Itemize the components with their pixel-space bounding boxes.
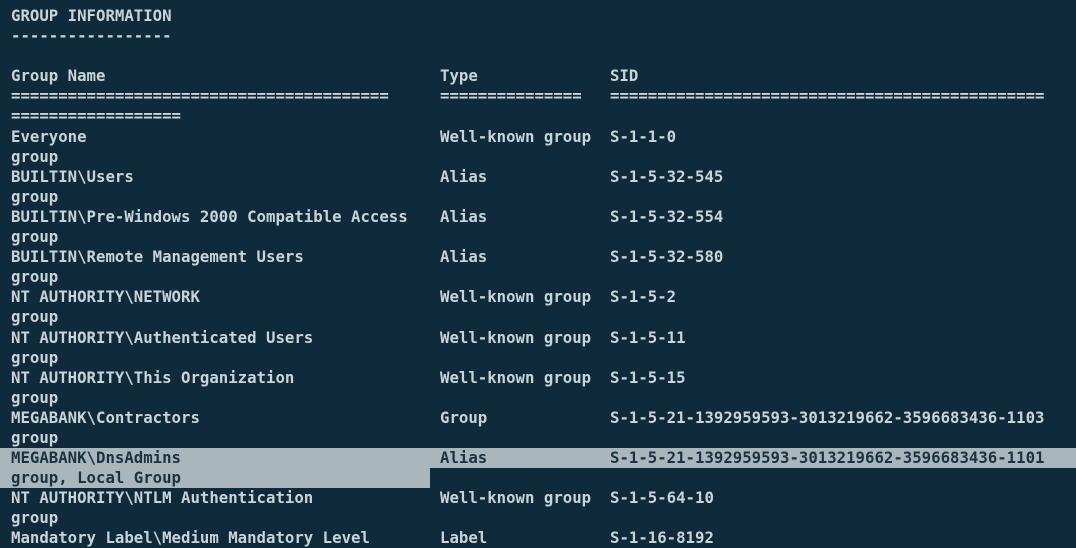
- group-name-cell: BUILTIN\Pre-Windows 2000 Compatible Acce…: [11, 206, 408, 226]
- header-sid: SID: [610, 66, 639, 86]
- table-row: BUILTIN\Users Alias S-1-5-32-545: [0, 167, 1076, 187]
- table-row: Mandatory Label\Medium Mandatory Level La…: [0, 528, 1076, 548]
- group-attributes-cell: group: [11, 307, 59, 327]
- separator-wrap: ==================: [0, 106, 1076, 126]
- group-name-cell: Mandatory Label\Medium Mandatory Level: [11, 528, 370, 548]
- table-row-attributes: group: [0, 147, 1076, 167]
- separator-name: ========================================: [11, 86, 389, 106]
- group-sid-cell: S-1-5-64-10: [610, 488, 714, 508]
- group-sid-cell: S-1-5-15: [610, 367, 686, 387]
- table-row: MEGABANK\DnsAdmins Alias S-1-5-21-13929595…: [0, 448, 1076, 469]
- table-row: NT AUTHORITY\This Organization Well-known…: [0, 368, 1076, 388]
- group-attributes-cell: group: [11, 508, 59, 528]
- group-name-cell: BUILTIN\Remote Management Users: [11, 247, 304, 267]
- group-type-cell: Well-known group: [440, 488, 592, 508]
- group-sid-cell: S-1-5-21-1392959593-3013219662-359668343…: [610, 448, 1045, 468]
- group-sid-cell: S-1-16-8192: [610, 528, 714, 548]
- table-header: Group Name Type SID: [0, 66, 1076, 86]
- group-type-cell: Alias: [440, 206, 488, 226]
- group-type-cell: Alias: [440, 166, 488, 186]
- group-name-cell: NT AUTHORITY\NTLM Authentication: [11, 488, 314, 508]
- group-name-cell: NT AUTHORITY\This Organization: [11, 367, 295, 387]
- table-row-attributes: group: [0, 267, 1076, 287]
- group-attributes-cell: group: [11, 227, 59, 247]
- group-name-cell: NT AUTHORITY\Authenticated Users: [11, 327, 314, 347]
- header-type: Type: [440, 66, 478, 86]
- group-sid-cell: S-1-5-2: [610, 287, 677, 307]
- table-row-attributes: group: [0, 428, 1076, 448]
- separator-wrap-text: ==================: [11, 106, 182, 126]
- group-attributes-cell: group: [11, 186, 59, 206]
- group-attributes-cell: group: [11, 146, 59, 166]
- group-name-cell: MEGABANK\Contractors: [11, 407, 200, 427]
- table-row-attributes: group: [0, 388, 1076, 408]
- group-attributes-cell: group, Local Group: [11, 468, 182, 488]
- group-type-cell: Alias: [440, 448, 488, 468]
- group-attributes-cell: group: [11, 427, 59, 447]
- group-type-cell: Well-known group: [440, 367, 592, 387]
- table-row-attributes: group, Local Group: [0, 468, 1076, 489]
- group-sid-cell: S-1-5-32-554: [610, 206, 724, 226]
- group-table-rows: Everyone Well-known group S-1-1-0 group BUIL…: [0, 127, 1076, 548]
- table-row-attributes: group: [0, 348, 1076, 368]
- section-title: GROUP INFORMATION: [11, 6, 172, 25]
- group-name-cell: Everyone: [11, 126, 87, 146]
- group-type-cell: Group: [440, 407, 488, 427]
- group-attributes-cell: group: [11, 267, 59, 287]
- group-sid-cell: S-1-5-11: [610, 327, 686, 347]
- separator-type: ===============: [440, 86, 582, 106]
- table-row-attributes: group: [0, 307, 1076, 327]
- table-row: NT AUTHORITY\NTLM Authentication Well-kno…: [0, 488, 1076, 508]
- group-attributes-cell: group: [11, 347, 59, 367]
- group-sid-cell: S-1-1-0: [610, 126, 677, 146]
- table-row: Everyone Well-known group S-1-1-0: [0, 127, 1076, 147]
- table-row-attributes: group: [0, 227, 1076, 247]
- separator-sid: ========================================…: [610, 86, 1045, 106]
- table-row: BUILTIN\Remote Management Users Alias S-1-…: [0, 247, 1076, 267]
- section-underline: -----------------: [11, 26, 172, 46]
- header-group-name: Group Name: [11, 66, 106, 86]
- group-sid-cell: S-1-5-32-580: [610, 247, 724, 267]
- group-type-cell: Well-known group: [440, 126, 592, 146]
- table-row: NT AUTHORITY\NETWORK Well-known group S-1-…: [0, 287, 1076, 307]
- header-separator: ========================================…: [0, 86, 1076, 106]
- group-name-cell: BUILTIN\Users: [11, 166, 134, 186]
- table-row: NT AUTHORITY\Authenticated Users Well-kno…: [0, 328, 1076, 348]
- table-row: BUILTIN\Pre-Windows 2000 Compatible Acce…: [0, 207, 1076, 227]
- group-attributes-cell: group: [11, 387, 59, 407]
- table-row-attributes: group: [0, 187, 1076, 207]
- table-row-attributes: group: [0, 508, 1076, 528]
- group-type-cell: Label: [440, 528, 488, 548]
- table-row: MEGABANK\Contractors Group S-1-5-21-139295…: [0, 408, 1076, 428]
- group-name-cell: MEGABANK\DnsAdmins: [11, 448, 182, 468]
- group-type-cell: Well-known group: [440, 287, 592, 307]
- group-sid-cell: S-1-5-32-545: [610, 166, 724, 186]
- group-name-cell: NT AUTHORITY\NETWORK: [11, 287, 200, 307]
- group-type-cell: Alias: [440, 247, 488, 267]
- terminal-output[interactable]: GROUP INFORMATION ----------------- Grou…: [0, 0, 1076, 548]
- group-type-cell: Well-known group: [440, 327, 592, 347]
- group-sid-cell: S-1-5-21-1392959593-3013219662-359668343…: [610, 407, 1045, 427]
